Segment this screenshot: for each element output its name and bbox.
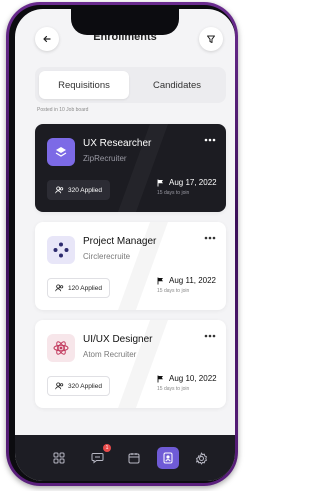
- company-name: Circlerecruite: [83, 252, 131, 261]
- grid-icon: [53, 452, 65, 464]
- job-title: UX Researcher: [83, 138, 152, 149]
- circle-dots-icon: [53, 242, 69, 258]
- nav-calendar[interactable]: [123, 447, 145, 469]
- nav-enrollments[interactable]: [157, 447, 179, 469]
- more-horizontal-icon: [204, 236, 216, 240]
- deadline-date: Aug 17, 2022: [169, 178, 217, 187]
- deadline: Aug 17, 2022 15 days to join: [157, 178, 217, 196]
- applied-count[interactable]: 320 Applied: [47, 180, 110, 200]
- users-icon: [55, 284, 64, 292]
- job-card[interactable]: Project Manager Circlerecruite 120 Appli…: [35, 222, 226, 310]
- phone-frame: Enrollments Requisitions Candidates Post…: [6, 2, 238, 486]
- nav-messages[interactable]: 1: [86, 444, 111, 469]
- company-logo: [47, 138, 75, 166]
- nav-dashboard[interactable]: [48, 447, 70, 469]
- notification-badge: 1: [103, 444, 111, 452]
- company-logo: [47, 236, 75, 264]
- phone-bezel: Enrollments Requisitions Candidates Post…: [9, 5, 235, 483]
- users-icon: [55, 186, 64, 194]
- applied-count[interactable]: 120 Applied: [47, 278, 110, 298]
- job-title: Project Manager: [83, 236, 157, 247]
- more-horizontal-icon: [204, 138, 216, 142]
- company-name: ZipRecruiter: [83, 154, 127, 163]
- segmented-tabs: Requisitions Candidates: [35, 67, 226, 103]
- users-icon: [55, 382, 64, 390]
- company-name: Atom Recruiter: [83, 350, 137, 359]
- company-logo: [47, 334, 75, 362]
- nav-settings[interactable]: [190, 447, 212, 469]
- chat-icon: [91, 453, 103, 464]
- posted-note: Posted in 10 Job board: [37, 107, 89, 113]
- more-options-button[interactable]: [204, 136, 216, 144]
- more-horizontal-icon: [204, 334, 216, 338]
- applied-count[interactable]: 320 Applied: [47, 376, 110, 396]
- app-screen: Enrollments Requisitions Candidates Post…: [15, 9, 235, 481]
- deadline-date: Aug 11, 2022: [169, 276, 217, 285]
- badge-icon: [163, 452, 173, 464]
- days-to-join: 15 days to join: [157, 190, 190, 196]
- settings-icon: [195, 452, 207, 464]
- days-to-join: 15 days to join: [157, 386, 190, 392]
- more-options-button[interactable]: [204, 234, 216, 242]
- flag-icon: [157, 179, 163, 186]
- flag-icon: [157, 277, 163, 284]
- atom-icon: [53, 341, 69, 355]
- job-card[interactable]: UX Researcher ZipRecruiter 320 Applied A…: [35, 124, 226, 212]
- more-options-button[interactable]: [204, 332, 216, 340]
- days-to-join: 15 days to join: [157, 288, 190, 294]
- deadline-date: Aug 10, 2022: [169, 374, 217, 383]
- layers-icon: [55, 147, 67, 157]
- deadline: Aug 11, 2022 15 days to join: [157, 276, 216, 294]
- applied-label: 320 Applied: [68, 382, 102, 390]
- applied-label: 120 Applied: [68, 284, 102, 292]
- applied-label: 320 Applied: [68, 186, 102, 194]
- phone-notch: [71, 9, 179, 35]
- tab-candidates[interactable]: Candidates: [132, 71, 222, 99]
- flag-icon: [157, 375, 163, 382]
- job-title: UI/UX Designer: [83, 334, 153, 345]
- job-card[interactable]: UI/UX Designer Atom Recruiter 320 Applie…: [35, 320, 226, 408]
- deadline: Aug 10, 2022 15 days to join: [157, 374, 217, 392]
- bottom-nav: 1: [15, 435, 235, 481]
- tab-requisitions[interactable]: Requisitions: [39, 71, 129, 99]
- calendar-icon: [128, 453, 140, 464]
